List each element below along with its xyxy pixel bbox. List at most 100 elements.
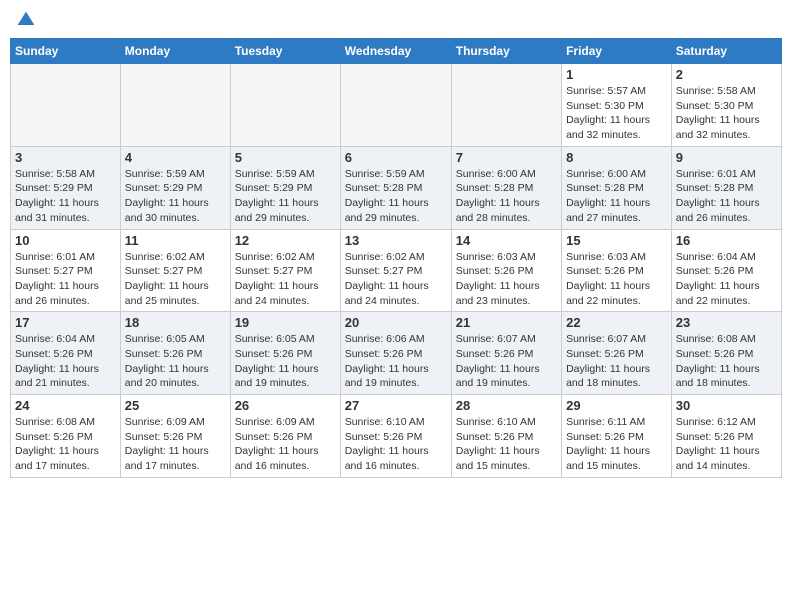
day-info: Sunrise: 6:07 AMSunset: 5:26 PMDaylight:…	[456, 332, 557, 391]
day-number: 22	[566, 315, 667, 330]
day-header-thursday: Thursday	[451, 39, 561, 64]
day-info: Sunrise: 5:59 AMSunset: 5:29 PMDaylight:…	[235, 167, 336, 226]
day-info: Sunrise: 6:09 AMSunset: 5:26 PMDaylight:…	[235, 415, 336, 474]
calendar-week-row: 3 Sunrise: 5:58 AMSunset: 5:29 PMDaylight…	[11, 146, 782, 229]
day-header-friday: Friday	[562, 39, 672, 64]
day-number: 14	[456, 233, 557, 248]
day-number: 17	[15, 315, 116, 330]
calendar-cell: 2 Sunrise: 5:58 AMSunset: 5:30 PMDaylight…	[671, 64, 781, 147]
calendar-cell: 4Sunrise: 5:59 AMSunset: 5:29 PMDaylight…	[120, 146, 230, 229]
day-info: Sunrise: 6:07 AMSunset: 5:26 PMDaylight:…	[566, 332, 667, 391]
day-number: 13	[345, 233, 447, 248]
calendar-cell: 29Sunrise: 6:11 AMSunset: 5:26 PMDayligh…	[562, 395, 672, 478]
calendar-header-row: SundayMondayTuesdayWednesdayThursdayFrid…	[11, 39, 782, 64]
day-info: Sunrise: 6:10 AMSunset: 5:26 PMDaylight:…	[345, 415, 447, 474]
calendar-cell: 1 Sunrise: 5:57 AMSunset: 5:30 PMDaylight…	[562, 64, 672, 147]
calendar-cell: 10 Sunrise: 6:01 AMSunset: 5:27 PMDayligh…	[11, 229, 121, 312]
day-header-monday: Monday	[120, 39, 230, 64]
calendar-cell: 27 Sunrise: 6:10 AMSunset: 5:26 PMDayligh…	[340, 395, 451, 478]
calendar-cell: 16Sunrise: 6:04 AMSunset: 5:26 PMDayligh…	[671, 229, 781, 312]
calendar-cell: 9 Sunrise: 6:01 AMSunset: 5:28 PMDaylight…	[671, 146, 781, 229]
calendar-cell: 11 Sunrise: 6:02 AMSunset: 5:27 PMDayligh…	[120, 229, 230, 312]
day-header-wednesday: Wednesday	[340, 39, 451, 64]
calendar-cell: 20Sunrise: 6:06 AMSunset: 5:26 PMDayligh…	[340, 312, 451, 395]
day-number: 10	[15, 233, 116, 248]
day-number: 3	[15, 150, 116, 165]
calendar-week-row: 17 Sunrise: 6:04 AMSunset: 5:26 PMDayligh…	[11, 312, 782, 395]
day-number: 1	[566, 67, 667, 82]
day-number: 19	[235, 315, 336, 330]
day-info: Sunrise: 6:10 AMSunset: 5:26 PMDaylight:…	[456, 415, 557, 474]
day-header-saturday: Saturday	[671, 39, 781, 64]
calendar-cell: 3 Sunrise: 5:58 AMSunset: 5:29 PMDaylight…	[11, 146, 121, 229]
calendar-table: SundayMondayTuesdayWednesdayThursdayFrid…	[10, 38, 782, 478]
day-info: Sunrise: 6:01 AMSunset: 5:27 PMDaylight:…	[15, 250, 116, 309]
calendar-cell: 8Sunrise: 6:00 AMSunset: 5:28 PMDaylight…	[562, 146, 672, 229]
day-number: 26	[235, 398, 336, 413]
day-info: Sunrise: 6:00 AMSunset: 5:28 PMDaylight:…	[456, 167, 557, 226]
day-header-sunday: Sunday	[11, 39, 121, 64]
day-number: 12	[235, 233, 336, 248]
day-number: 21	[456, 315, 557, 330]
day-number: 28	[456, 398, 557, 413]
calendar-cell	[340, 64, 451, 147]
day-info: Sunrise: 6:00 AMSunset: 5:28 PMDaylight:…	[566, 167, 667, 226]
calendar-cell	[120, 64, 230, 147]
day-info: Sunrise: 6:08 AMSunset: 5:26 PMDaylight:…	[15, 415, 116, 474]
day-header-tuesday: Tuesday	[230, 39, 340, 64]
calendar-cell: 22 Sunrise: 6:07 AMSunset: 5:26 PMDayligh…	[562, 312, 672, 395]
calendar-cell: 28 Sunrise: 6:10 AMSunset: 5:26 PMDayligh…	[451, 395, 561, 478]
calendar-week-row: 24Sunrise: 6:08 AMSunset: 5:26 PMDayligh…	[11, 395, 782, 478]
calendar-cell	[11, 64, 121, 147]
logo	[14, 10, 38, 30]
day-info: Sunrise: 6:04 AMSunset: 5:26 PMDaylight:…	[676, 250, 777, 309]
day-info: Sunrise: 5:59 AMSunset: 5:28 PMDaylight:…	[345, 167, 447, 226]
calendar-cell: 17 Sunrise: 6:04 AMSunset: 5:26 PMDayligh…	[11, 312, 121, 395]
calendar-week-row: 1 Sunrise: 5:57 AMSunset: 5:30 PMDaylight…	[11, 64, 782, 147]
calendar-cell: 19 Sunrise: 6:05 AMSunset: 5:26 PMDayligh…	[230, 312, 340, 395]
day-number: 15	[566, 233, 667, 248]
day-info: Sunrise: 6:02 AMSunset: 5:27 PMDaylight:…	[235, 250, 336, 309]
calendar-cell: 24Sunrise: 6:08 AMSunset: 5:26 PMDayligh…	[11, 395, 121, 478]
calendar-cell: 30 Sunrise: 6:12 AMSunset: 5:26 PMDayligh…	[671, 395, 781, 478]
calendar-cell: 23Sunrise: 6:08 AMSunset: 5:26 PMDayligh…	[671, 312, 781, 395]
day-info: Sunrise: 6:02 AMSunset: 5:27 PMDaylight:…	[345, 250, 447, 309]
calendar-week-row: 10 Sunrise: 6:01 AMSunset: 5:27 PMDayligh…	[11, 229, 782, 312]
logo-icon	[16, 10, 36, 30]
calendar-cell: 12 Sunrise: 6:02 AMSunset: 5:27 PMDayligh…	[230, 229, 340, 312]
day-info: Sunrise: 6:12 AMSunset: 5:26 PMDaylight:…	[676, 415, 777, 474]
day-info: Sunrise: 5:57 AMSunset: 5:30 PMDaylight:…	[566, 84, 667, 143]
calendar-cell: 21 Sunrise: 6:07 AMSunset: 5:26 PMDayligh…	[451, 312, 561, 395]
day-number: 30	[676, 398, 777, 413]
day-number: 11	[125, 233, 226, 248]
day-info: Sunrise: 6:09 AMSunset: 5:26 PMDaylight:…	[125, 415, 226, 474]
day-number: 5	[235, 150, 336, 165]
day-info: Sunrise: 6:03 AMSunset: 5:26 PMDaylight:…	[566, 250, 667, 309]
day-number: 2	[676, 67, 777, 82]
day-info: Sunrise: 6:11 AMSunset: 5:26 PMDaylight:…	[566, 415, 667, 474]
day-number: 7	[456, 150, 557, 165]
page-header	[10, 10, 782, 30]
day-number: 4	[125, 150, 226, 165]
day-info: Sunrise: 6:02 AMSunset: 5:27 PMDaylight:…	[125, 250, 226, 309]
calendar-cell: 13 Sunrise: 6:02 AMSunset: 5:27 PMDayligh…	[340, 229, 451, 312]
day-info: Sunrise: 6:04 AMSunset: 5:26 PMDaylight:…	[15, 332, 116, 391]
day-number: 6	[345, 150, 447, 165]
day-info: Sunrise: 6:01 AMSunset: 5:28 PMDaylight:…	[676, 167, 777, 226]
day-info: Sunrise: 5:58 AMSunset: 5:29 PMDaylight:…	[15, 167, 116, 226]
day-number: 9	[676, 150, 777, 165]
calendar-cell	[230, 64, 340, 147]
day-info: Sunrise: 5:58 AMSunset: 5:30 PMDaylight:…	[676, 84, 777, 143]
day-number: 27	[345, 398, 447, 413]
calendar-cell: 15 Sunrise: 6:03 AMSunset: 5:26 PMDayligh…	[562, 229, 672, 312]
day-number: 18	[125, 315, 226, 330]
calendar-cell: 7 Sunrise: 6:00 AMSunset: 5:28 PMDaylight…	[451, 146, 561, 229]
day-number: 20	[345, 315, 447, 330]
day-info: Sunrise: 6:05 AMSunset: 5:26 PMDaylight:…	[125, 332, 226, 391]
calendar-cell: 14Sunrise: 6:03 AMSunset: 5:26 PMDayligh…	[451, 229, 561, 312]
day-number: 25	[125, 398, 226, 413]
calendar-cell: 6 Sunrise: 5:59 AMSunset: 5:28 PMDaylight…	[340, 146, 451, 229]
day-info: Sunrise: 6:05 AMSunset: 5:26 PMDaylight:…	[235, 332, 336, 391]
calendar-cell: 26 Sunrise: 6:09 AMSunset: 5:26 PMDayligh…	[230, 395, 340, 478]
calendar-cell: 18 Sunrise: 6:05 AMSunset: 5:26 PMDayligh…	[120, 312, 230, 395]
